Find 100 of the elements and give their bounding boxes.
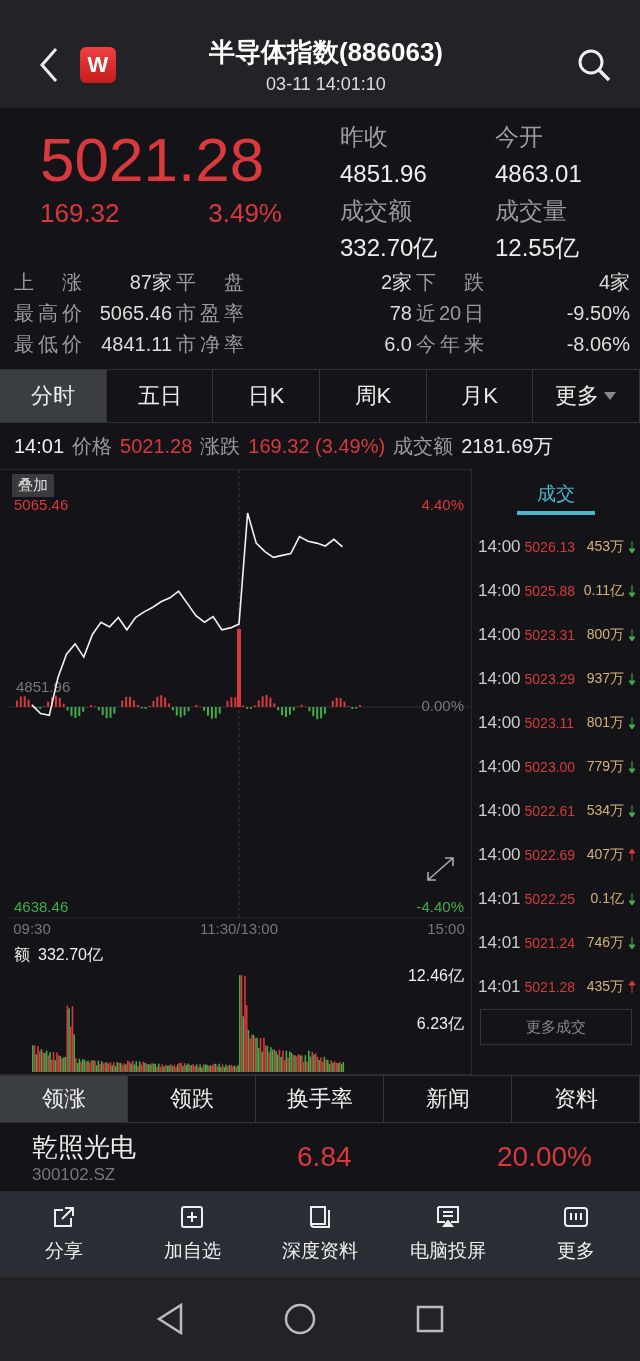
axis-label: 额 — [14, 946, 30, 963]
stat-value: 78 — [389, 301, 412, 326]
trade-time: 14:00 — [478, 581, 521, 601]
stat-value: 4863.01 — [495, 159, 583, 189]
change-percent: 3.49% — [208, 198, 282, 229]
trade-price: 5022.25 — [524, 891, 576, 907]
trade-time: 14:00 — [478, 801, 521, 821]
expand-icon[interactable] — [427, 857, 454, 881]
stat-label: 今年来 — [416, 332, 484, 357]
stat-label: 市净率 — [176, 332, 244, 357]
trade-price: 5023.00 — [524, 759, 576, 775]
trade-volume: 800万 — [586, 626, 624, 644]
trade-volume: 0.11亿 — [583, 582, 624, 600]
overlay-button[interactable]: 叠加 — [12, 474, 54, 497]
stat-value: 4家 — [598, 270, 630, 295]
stock-name: 乾照光电 — [32, 1130, 137, 1164]
stat-label: 今开 — [495, 122, 544, 152]
stat-value: 5065.46 — [99, 301, 172, 326]
stat-label: 市盈率 — [176, 301, 244, 326]
stat-label: 近20日 — [416, 301, 484, 326]
axis-label: -4.40% — [416, 897, 464, 915]
list-tab[interactable]: 领涨 — [0, 1076, 128, 1122]
toolbar-button[interactable]: 更多 — [512, 1191, 640, 1277]
trade-time: 14:01 — [478, 933, 521, 953]
time-tick: 11:30/13:00 — [199, 919, 279, 937]
stat-value: 12.55亿 — [495, 233, 581, 263]
trade-volume: 779万 — [586, 758, 624, 776]
info-label: 涨跌 — [200, 433, 241, 459]
change-value: 169.32 — [40, 198, 120, 229]
trade-price: 5026.13 — [524, 539, 576, 555]
info-value: 2181.69万 — [461, 433, 554, 459]
toolbar-button[interactable]: 加自选 — [128, 1191, 256, 1277]
time-label: 14:01 — [14, 434, 65, 458]
page-title: 半导体指数(886063) — [208, 36, 444, 69]
trade-volume: 435万 — [586, 978, 624, 996]
trade-price: 5022.61 — [524, 803, 576, 819]
trade-price: 5023.29 — [524, 671, 576, 687]
stat-value: 4841.11 — [101, 332, 172, 357]
trade-time: 14:00 — [478, 669, 521, 689]
app-logo: W — [80, 47, 116, 83]
volume-total: 332.70亿 — [38, 946, 103, 963]
trade-price: 5025.88 — [524, 583, 576, 599]
trade-price: 5021.28 — [524, 979, 576, 995]
info-value: 5021.28 — [120, 434, 193, 458]
search-icon[interactable] — [576, 47, 612, 83]
info-value: 169.32 (3.49%) — [248, 434, 386, 458]
trade-time: 14:01 — [478, 977, 521, 997]
stat-value: -9.50% — [566, 301, 630, 326]
period-tab[interactable]: 分时 — [0, 370, 107, 422]
trade-volume: 407万 — [586, 846, 624, 864]
trade-price: 5021.24 — [524, 935, 576, 951]
trade-volume: 0.1亿 — [590, 890, 624, 908]
trade-price: 5022.69 — [524, 847, 576, 863]
stock-code: 300102.SZ — [32, 1164, 117, 1185]
index-price: 5021.28 — [40, 124, 266, 196]
trades-tab[interactable]: 成交 — [517, 481, 595, 515]
stock-price: 6.84 — [297, 1141, 353, 1173]
stat-label: 下跌 — [416, 270, 484, 295]
info-label: 成交额 — [393, 433, 454, 459]
trade-volume: 746万 — [586, 934, 624, 952]
trade-time: 14:00 — [478, 713, 521, 733]
stat-label: 昨收 — [340, 122, 389, 152]
trade-time: 14:01 — [478, 889, 521, 909]
axis-label: 12.46亿 — [407, 967, 464, 985]
trade-volume: 453万 — [586, 538, 624, 556]
recents-icon[interactable] — [416, 1305, 444, 1333]
timestamp: 03-11 14:01:10 — [266, 74, 386, 95]
trade-time: 14:00 — [478, 537, 521, 557]
back-icon[interactable] — [38, 47, 60, 83]
axis-label: 0.00% — [421, 696, 464, 714]
stock-percent: 20.00% — [497, 1141, 592, 1173]
stat-value: -8.06% — [566, 332, 630, 357]
toolbar-button[interactable]: 深度资料 — [256, 1191, 384, 1277]
share-icon — [51, 1204, 77, 1230]
trade-price: 5023.31 — [524, 627, 576, 643]
axis-label: 6.23亿 — [416, 1014, 464, 1032]
stat-value: 87家 — [129, 270, 172, 295]
trade-price: 5023.11 — [524, 715, 575, 731]
monitor-icon — [435, 1204, 461, 1230]
stat-label: 上涨 — [14, 270, 82, 295]
stat-value: 332.70亿 — [340, 233, 439, 263]
stat-label: 最低价 — [14, 332, 82, 357]
trade-volume: 534万 — [586, 802, 624, 820]
more-trades-button[interactable]: 更多成交 — [480, 1009, 632, 1045]
trade-time: 14:00 — [478, 625, 521, 645]
axis-label: 5065.46 — [14, 495, 69, 513]
trade-volume: 801万 — [586, 714, 624, 732]
stat-value: 2家 — [380, 270, 412, 295]
stat-label: 平盘 — [176, 270, 244, 295]
home-icon[interactable] — [284, 1303, 316, 1335]
stat-value: 6.0 — [384, 332, 412, 357]
time-tick: 15:00 — [427, 919, 465, 937]
toolbar-button[interactable]: 分享 — [0, 1191, 128, 1277]
back-icon[interactable] — [156, 1303, 184, 1335]
stat-label: 最高价 — [14, 301, 82, 326]
axis-label: 4638.46 — [14, 897, 69, 915]
toolbar-button[interactable]: 电脑投屏 — [384, 1191, 512, 1277]
axis-label: 4.40% — [421, 495, 464, 513]
stat-label: 成交额 — [340, 196, 413, 226]
trade-volume: 937万 — [586, 670, 624, 688]
